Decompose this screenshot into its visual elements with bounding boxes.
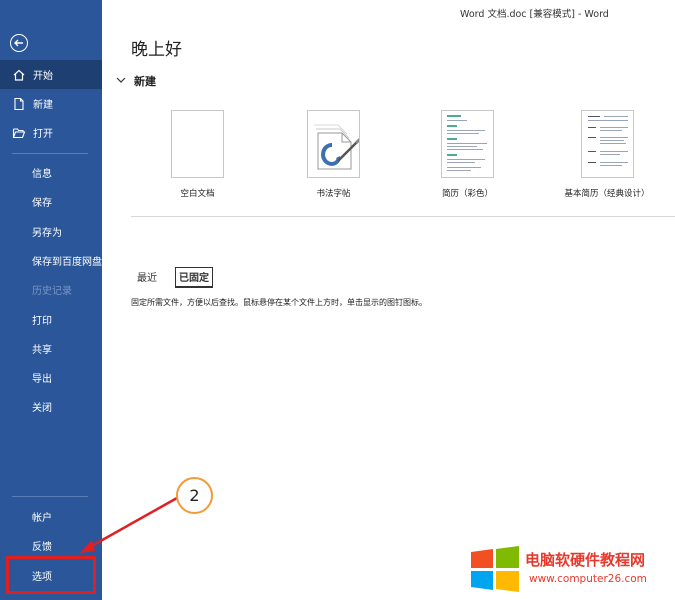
watermark: 电脑软硬件教程网 www.computer26.com [469, 543, 675, 595]
step-number-badge: 2 [176, 477, 213, 514]
annotation-arrow [80, 496, 178, 553]
watermark-url: www.computer26.com [529, 573, 647, 585]
windows-logo-icon [471, 546, 519, 592]
word-backstage: 开始 新建 打开 信息 保存 另存为 保存到百度网盘 历史记录 打印 共享 导出… [0, 0, 675, 600]
watermark-title: 电脑软硬件教程网 [525, 551, 646, 569]
